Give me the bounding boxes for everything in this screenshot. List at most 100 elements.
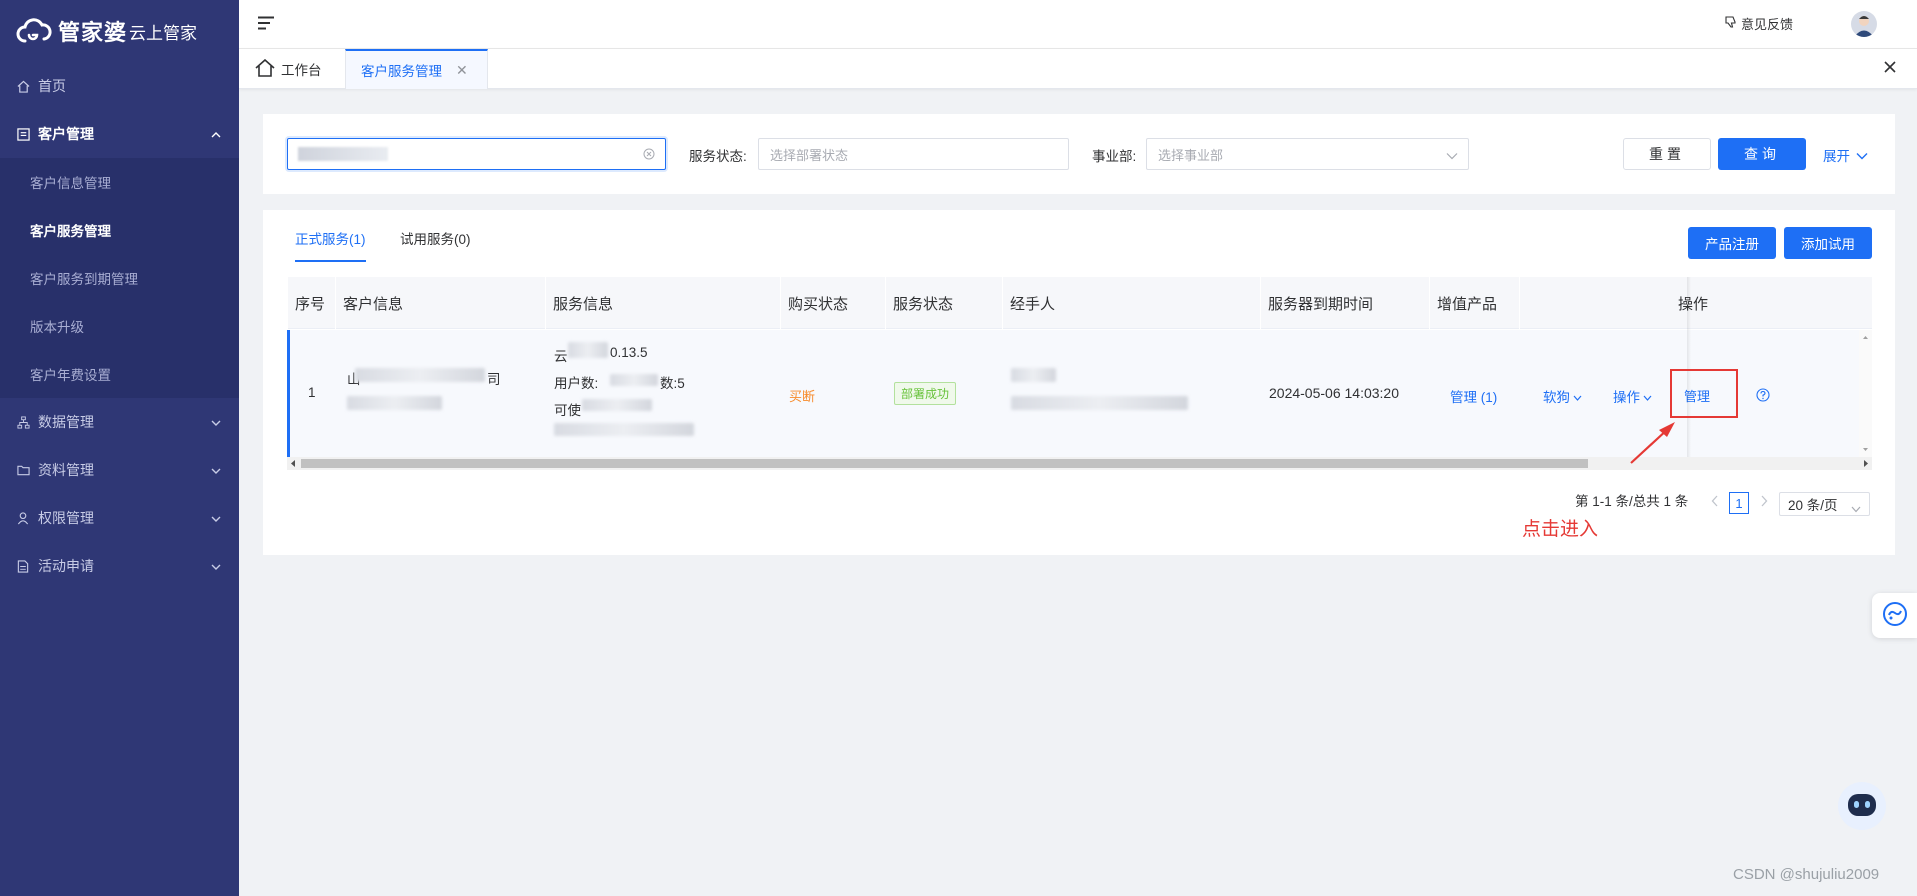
- customer-search-input[interactable]: [287, 138, 666, 170]
- chevron-down-icon: [1573, 389, 1582, 404]
- division-placeholder: 选择事业部: [1158, 147, 1224, 163]
- chevron-down-icon: [1856, 148, 1868, 163]
- division-select[interactable]: 选择事业部: [1146, 138, 1469, 170]
- chevron-down-icon: [211, 510, 221, 526]
- service-info-count: 数:5: [660, 376, 685, 391]
- annotation-highlight-box: [1670, 369, 1738, 418]
- redacted-text: [610, 374, 658, 386]
- chevron-up-icon: [211, 126, 221, 142]
- chevron-left-icon[interactable]: [1711, 494, 1719, 510]
- avatar[interactable]: [1851, 11, 1877, 37]
- tab-formal-service[interactable]: 正式服务(1): [295, 228, 366, 262]
- chevron-down-icon: [211, 462, 221, 478]
- product-register-button[interactable]: 产品注册: [1688, 227, 1776, 259]
- chat-bot-button[interactable]: [1838, 782, 1886, 830]
- service-info-line: 用户数:: [554, 376, 599, 391]
- feedback-label: 意见反馈: [1740, 17, 1793, 32]
- sidebar-item-permissions[interactable]: 权限管理: [0, 494, 239, 542]
- customer-submenu: 客户信息管理 客户服务管理 客户服务到期管理 版本升级 客户年费设置: [0, 158, 239, 398]
- customer-info-end: 司: [487, 372, 501, 387]
- sidebar-item-label: 活动申请: [38, 558, 94, 574]
- close-all-tabs-icon[interactable]: [1883, 60, 1899, 76]
- floating-service-button[interactable]: [1872, 593, 1917, 638]
- query-button[interactable]: 查询: [1718, 138, 1806, 170]
- tab-trial-service[interactable]: 试用服务(0): [400, 228, 471, 260]
- page-size-label: 20 条/页: [1788, 498, 1838, 513]
- column-header: 增值产品: [1429, 277, 1519, 329]
- redacted-text: [1011, 368, 1056, 382]
- user-icon: [16, 511, 30, 525]
- tab-label: 工作台: [281, 63, 322, 78]
- vertical-scrollbar[interactable]: [1859, 330, 1872, 457]
- filter-panel: 服务状态: 选择部署状态 事业部: 选择事业部 重置 查询 展开: [263, 114, 1895, 194]
- org-chart-icon: [16, 415, 30, 429]
- sidebar-item-customer-service[interactable]: 客户服务管理: [0, 206, 239, 254]
- home-icon: [255, 58, 275, 80]
- sidebar-item-home[interactable]: 首页: [0, 62, 239, 110]
- top-header: 意见反馈: [239, 0, 1917, 49]
- clear-icon[interactable]: [643, 147, 655, 160]
- help-icon[interactable]: [1756, 388, 1770, 402]
- column-header: 服务信息: [545, 277, 780, 329]
- redacted-text: [355, 368, 485, 382]
- chevron-down-icon: [211, 414, 221, 430]
- expand-filters-button[interactable]: 展开: [1823, 145, 1868, 165]
- fixed-column-shadow: [1687, 277, 1691, 457]
- column-header: 序号: [287, 277, 335, 329]
- watermark: CSDN @shujuliu2009: [1733, 866, 1880, 883]
- home-icon: [16, 79, 30, 93]
- expire-time: 2024-05-06 14:03:20: [1269, 385, 1399, 401]
- sidebar-item-materials[interactable]: 资料管理: [0, 446, 239, 494]
- addon-manage-link[interactable]: 管理 (1): [1450, 386, 1497, 406]
- page-number-current[interactable]: 1: [1729, 492, 1749, 514]
- sidebar-item-service-expiry[interactable]: 客户服务到期管理: [0, 254, 239, 302]
- tab-workbench[interactable]: 工作台: [255, 49, 322, 89]
- brand-logo[interactable]: 管家婆 云上管家: [0, 0, 239, 62]
- column-header: 经手人: [1002, 277, 1260, 329]
- sidebar-item-label: 首页: [38, 78, 66, 94]
- sidebar: 管家婆 云上管家 首页 客户管理 客户信息管理 客户服务管理 客户服务到期管理 …: [0, 0, 239, 896]
- folder-icon: [16, 463, 30, 477]
- feedback-button[interactable]: 意见反馈: [1725, 14, 1793, 33]
- sidebar-item-customer-info[interactable]: 客户信息管理: [0, 158, 239, 206]
- operations-dropdown[interactable]: 操作: [1613, 386, 1652, 406]
- list-icon: [16, 127, 30, 141]
- page-tabs-bar: 工作台 客户服务管理 ✕: [239, 49, 1917, 89]
- brand-sub: 云上管家: [129, 23, 198, 43]
- sidebar-item-activities[interactable]: 活动申请: [0, 542, 239, 590]
- sidebar-item-customer[interactable]: 客户管理: [0, 110, 239, 158]
- robot-icon: [1845, 790, 1879, 823]
- softdog-dropdown[interactable]: 软狗: [1543, 386, 1582, 406]
- operations-label: 操作: [1613, 390, 1640, 405]
- column-header: 服务器到期时间: [1260, 277, 1415, 329]
- sidebar-item-version-upgrade[interactable]: 版本升级: [0, 302, 239, 350]
- chevron-down-icon: [1643, 389, 1652, 404]
- add-trial-button[interactable]: 添加试用: [1784, 227, 1872, 259]
- column-header: 购买状态: [780, 277, 885, 329]
- status-badge: 部署成功: [894, 382, 957, 405]
- support-icon: [1882, 601, 1908, 630]
- redacted-text: [347, 396, 442, 410]
- reset-button[interactable]: 重置: [1623, 138, 1711, 170]
- division-label: 事业部:: [1092, 149, 1137, 164]
- chevron-right-icon[interactable]: [1760, 494, 1768, 510]
- chevron-down-icon: [1851, 501, 1861, 516]
- menu-fold-icon[interactable]: [257, 16, 275, 32]
- redacted-text: [554, 423, 694, 436]
- tab-customer-service[interactable]: 客户服务管理 ✕: [345, 49, 488, 89]
- softdog-label: 软狗: [1543, 390, 1570, 405]
- expand-label: 展开: [1823, 149, 1850, 164]
- sidebar-item-annual-fee[interactable]: 客户年费设置: [0, 350, 239, 398]
- service-table-panel: 正式服务(1) 试用服务(0) 产品注册 添加试用 序号 客户信息 服务信息 购…: [263, 210, 1895, 555]
- sidebar-item-data[interactable]: 数据管理: [0, 398, 239, 446]
- service-info-line: 可使: [554, 403, 581, 418]
- sidebar-item-label: 客户管理: [38, 126, 94, 142]
- close-icon[interactable]: ✕: [456, 62, 468, 79]
- page-size-select[interactable]: 20 条/页: [1779, 492, 1870, 516]
- service-status-select[interactable]: 选择部署状态: [758, 138, 1069, 170]
- annotation-text: 点击进入: [1522, 519, 1599, 540]
- redacted-text: [1011, 396, 1188, 410]
- service-info-line: 云: [554, 349, 568, 364]
- scrollbar-thumb[interactable]: [301, 459, 1588, 468]
- service-version: 0.13.5: [610, 345, 648, 360]
